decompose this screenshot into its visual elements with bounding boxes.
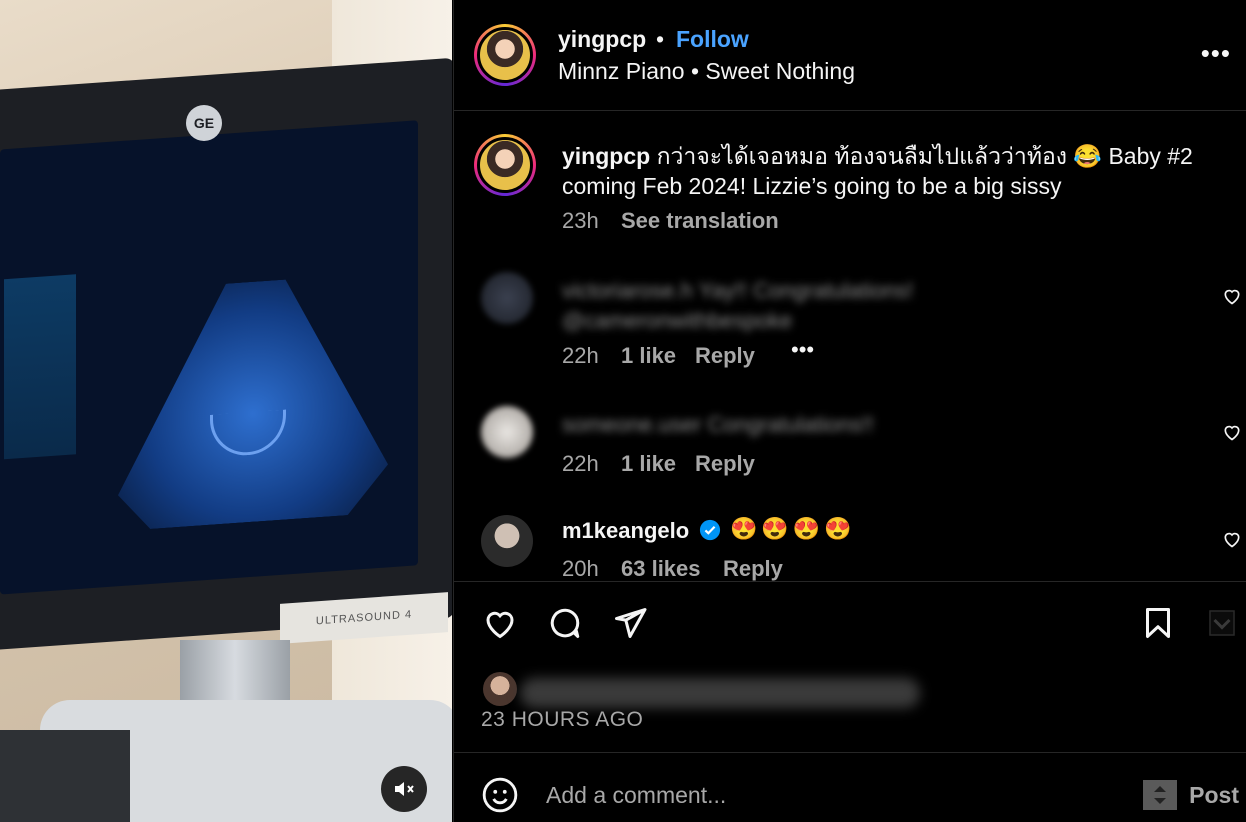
author-avatar[interactable] [474, 24, 536, 86]
bookmark-icon[interactable] [1140, 605, 1176, 641]
divider [454, 581, 1246, 582]
caption-text: กว่าจะได้เจอหมอ ท้องจนลืมไปแล้วว่าท้อง 😂… [562, 143, 1193, 199]
reply-button[interactable]: Reply [695, 451, 755, 477]
comment-likes[interactable]: 1 like [621, 343, 676, 369]
reply-button[interactable]: Reply [695, 343, 755, 369]
more-options-icon[interactable]: ••• [1201, 38, 1231, 69]
share-icon[interactable] [612, 605, 648, 641]
screen-menu [4, 274, 76, 460]
author-username[interactable]: yingpcp [558, 26, 646, 53]
reply-button[interactable]: Reply [723, 556, 783, 581]
comment-like-icon[interactable] [1222, 422, 1242, 442]
caption-time: 23h [562, 208, 599, 233]
comment-text: 😍😍😍😍 [730, 516, 856, 541]
liked-by-blurred [520, 678, 920, 708]
follow-button[interactable]: Follow [676, 26, 749, 53]
post-time-ago: 23 HOURS AGO [481, 708, 644, 731]
ge-logo: GE [186, 105, 222, 141]
comment-avatar[interactable] [481, 406, 533, 458]
mute-button[interactable] [381, 766, 427, 812]
comment-text-blurred: victoriarose.h Yay!! Congratulations! @c… [562, 278, 914, 333]
comment-like-icon[interactable] [1222, 529, 1242, 549]
caption: yingpcp กว่าจะได้เจอหมอ ท้องจนลืมไปแล้วว… [562, 141, 1212, 201]
heart-icon[interactable] [482, 605, 518, 641]
comment-like-icon[interactable] [1222, 286, 1242, 306]
post-media[interactable]: GE ULTRASOUND 4 [0, 0, 452, 822]
scroll-arrows[interactable] [1143, 780, 1177, 810]
comment-time: 20h [562, 556, 599, 581]
divider [454, 752, 1246, 753]
comment-more-icon[interactable]: ••• [791, 337, 814, 363]
comment-icon[interactable] [547, 605, 583, 641]
comment-meta-clip: 20h 63 likes Reply [454, 556, 1246, 581]
machine-keyboard [0, 730, 130, 822]
post-panel: yingpcp • Follow Minnz Piano • Sweet Not… [453, 0, 1246, 822]
comment-text-blurred: someone.user Congratulations!! [562, 412, 874, 437]
comment-username[interactable]: m1keangelo [562, 518, 689, 544]
scroll-down-icon[interactable] [1204, 605, 1240, 641]
liker-avatar[interactable] [483, 672, 517, 706]
emoji-icon[interactable] [481, 776, 519, 814]
comment-avatar[interactable] [481, 272, 533, 324]
verified-badge-icon [699, 519, 721, 541]
post-comment-button[interactable]: Post [1189, 782, 1239, 809]
comment-time: 22h [562, 343, 599, 368]
comment-likes[interactable]: 63 likes [621, 556, 701, 581]
add-comment-input[interactable]: Add a comment... [546, 782, 726, 809]
music-info[interactable]: Minnz Piano • Sweet Nothing [558, 58, 855, 85]
ultrasound-scan [118, 272, 388, 531]
comment-likes[interactable]: 1 like [621, 451, 676, 477]
caption-username[interactable]: yingpcp [562, 143, 650, 169]
see-translation-link[interactable]: See translation [621, 208, 779, 234]
post-header: yingpcp • Follow Minnz Piano • Sweet Not… [454, 0, 1246, 111]
up-down-arrow-icon [1154, 786, 1166, 804]
header-separator: • [656, 26, 665, 52]
caption-avatar[interactable] [474, 134, 536, 196]
comment-time: 22h [562, 451, 599, 476]
speaker-muted-icon [395, 782, 414, 796]
ultrasound-monitor [0, 57, 452, 653]
ultrasound-screen [0, 120, 418, 595]
